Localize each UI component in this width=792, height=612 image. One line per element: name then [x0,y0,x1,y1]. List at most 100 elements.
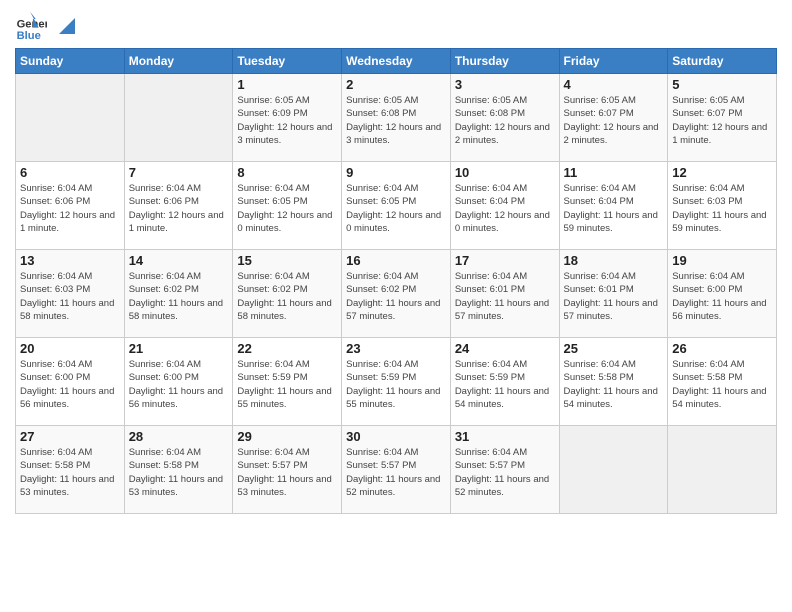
day-number: 15 [237,253,337,268]
weekday-header-monday: Monday [124,49,233,74]
day-number: 16 [346,253,446,268]
calendar-cell: 28 Sunrise: 6:04 AM Sunset: 5:58 PM Dayli… [124,426,233,514]
weekday-header-wednesday: Wednesday [342,49,451,74]
calendar-cell: 24 Sunrise: 6:04 AM Sunset: 5:59 PM Dayli… [450,338,559,426]
day-info: Sunrise: 6:04 AM Sunset: 5:59 PM Dayligh… [455,358,555,411]
day-info: Sunrise: 6:04 AM Sunset: 6:05 PM Dayligh… [237,182,337,235]
day-number: 4 [564,77,664,92]
day-number: 19 [672,253,772,268]
day-number: 29 [237,429,337,444]
day-info: Sunrise: 6:04 AM Sunset: 6:02 PM Dayligh… [237,270,337,323]
day-number: 8 [237,165,337,180]
weekday-header-sunday: Sunday [16,49,125,74]
calendar-cell: 15 Sunrise: 6:04 AM Sunset: 6:02 PM Dayli… [233,250,342,338]
day-info: Sunrise: 6:04 AM Sunset: 6:06 PM Dayligh… [20,182,120,235]
calendar-cell: 22 Sunrise: 6:04 AM Sunset: 5:59 PM Dayli… [233,338,342,426]
day-info: Sunrise: 6:04 AM Sunset: 6:06 PM Dayligh… [129,182,229,235]
day-number: 6 [20,165,120,180]
day-number: 9 [346,165,446,180]
calendar-cell: 13Sunrise: 6:04 AM Sunset: 6:03 PM Dayli… [16,250,125,338]
calendar-cell: 21 Sunrise: 6:04 AM Sunset: 6:00 PM Dayli… [124,338,233,426]
day-number: 7 [129,165,229,180]
calendar-cell: 3 Sunrise: 6:05 AM Sunset: 6:08 PM Daylig… [450,74,559,162]
calendar-week-3: 13Sunrise: 6:04 AM Sunset: 6:03 PM Dayli… [16,250,777,338]
day-number: 20 [20,341,120,356]
day-info: Sunrise: 6:04 AM Sunset: 5:57 PM Dayligh… [455,446,555,499]
calendar-cell: 5Sunrise: 6:05 AM Sunset: 6:07 PM Daylig… [668,74,777,162]
day-info: Sunrise: 6:05 AM Sunset: 6:09 PM Dayligh… [237,94,337,147]
weekday-header-friday: Friday [559,49,668,74]
day-number: 23 [346,341,446,356]
calendar-week-4: 20 Sunrise: 6:04 AM Sunset: 6:00 PM Dayli… [16,338,777,426]
day-info: Sunrise: 6:04 AM Sunset: 6:02 PM Dayligh… [129,270,229,323]
calendar-cell: 7 Sunrise: 6:04 AM Sunset: 6:06 PM Daylig… [124,162,233,250]
day-info: Sunrise: 6:04 AM Sunset: 5:57 PM Dayligh… [237,446,337,499]
day-number: 27 [20,429,120,444]
calendar-cell: 18Sunrise: 6:04 AM Sunset: 6:01 PM Dayli… [559,250,668,338]
day-info: Sunrise: 6:04 AM Sunset: 5:59 PM Dayligh… [346,358,446,411]
day-info: Sunrise: 6:04 AM Sunset: 6:00 PM Dayligh… [129,358,229,411]
day-number: 10 [455,165,555,180]
day-number: 2 [346,77,446,92]
logo-triangle-icon [55,14,79,38]
day-info: Sunrise: 6:05 AM Sunset: 6:08 PM Dayligh… [346,94,446,147]
calendar-cell: 14 Sunrise: 6:04 AM Sunset: 6:02 PM Dayli… [124,250,233,338]
svg-text:Blue: Blue [17,30,41,42]
day-info: Sunrise: 6:05 AM Sunset: 6:08 PM Dayligh… [455,94,555,147]
day-number: 17 [455,253,555,268]
day-number: 12 [672,165,772,180]
calendar-cell [559,426,668,514]
day-info: Sunrise: 6:04 AM Sunset: 6:01 PM Dayligh… [564,270,664,323]
day-number: 3 [455,77,555,92]
day-info: Sunrise: 6:04 AM Sunset: 6:04 PM Dayligh… [455,182,555,235]
logo-icon: General Blue [15,10,47,42]
calendar-cell: 4 Sunrise: 6:05 AM Sunset: 6:07 PM Daylig… [559,74,668,162]
calendar-cell: 16 Sunrise: 6:04 AM Sunset: 6:02 PM Dayli… [342,250,451,338]
day-number: 28 [129,429,229,444]
calendar-cell: 27 Sunrise: 6:04 AM Sunset: 5:58 PM Dayli… [16,426,125,514]
day-number: 5 [672,77,772,92]
day-number: 13 [20,253,120,268]
day-info: Sunrise: 6:04 AM Sunset: 5:58 PM Dayligh… [129,446,229,499]
calendar-cell [668,426,777,514]
calendar-cell: 6 Sunrise: 6:04 AM Sunset: 6:06 PM Daylig… [16,162,125,250]
calendar-cell: 31 Sunrise: 6:04 AM Sunset: 5:57 PM Dayli… [450,426,559,514]
calendar-cell: 9Sunrise: 6:04 AM Sunset: 6:05 PM Daylig… [342,162,451,250]
day-number: 24 [455,341,555,356]
day-info: Sunrise: 6:04 AM Sunset: 5:58 PM Dayligh… [672,358,772,411]
weekday-header-row: SundayMondayTuesdayWednesdayThursdayFrid… [16,49,777,74]
svg-text:General: General [17,19,47,31]
day-info: Sunrise: 6:04 AM Sunset: 6:04 PM Dayligh… [564,182,664,235]
day-info: Sunrise: 6:04 AM Sunset: 6:00 PM Dayligh… [672,270,772,323]
weekday-header-thursday: Thursday [450,49,559,74]
day-info: Sunrise: 6:05 AM Sunset: 6:07 PM Dayligh… [564,94,664,147]
day-number: 31 [455,429,555,444]
calendar-cell: 26Sunrise: 6:04 AM Sunset: 5:58 PM Dayli… [668,338,777,426]
calendar-cell: 20Sunrise: 6:04 AM Sunset: 6:00 PM Dayli… [16,338,125,426]
day-info: Sunrise: 6:04 AM Sunset: 5:59 PM Dayligh… [237,358,337,411]
calendar-cell: 23 Sunrise: 6:04 AM Sunset: 5:59 PM Dayli… [342,338,451,426]
header: General Blue [15,10,777,42]
calendar-cell: 17Sunrise: 6:04 AM Sunset: 6:01 PM Dayli… [450,250,559,338]
day-number: 22 [237,341,337,356]
day-number: 21 [129,341,229,356]
page-container: General Blue SundayMondayTuesdayWednesda… [0,0,792,524]
day-info: Sunrise: 6:04 AM Sunset: 6:03 PM Dayligh… [672,182,772,235]
calendar-week-5: 27 Sunrise: 6:04 AM Sunset: 5:58 PM Dayli… [16,426,777,514]
calendar-cell: 2 Sunrise: 6:05 AM Sunset: 6:08 PM Daylig… [342,74,451,162]
calendar-cell: 1Sunrise: 6:05 AM Sunset: 6:09 PM Daylig… [233,74,342,162]
calendar-cell: 25 Sunrise: 6:04 AM Sunset: 5:58 PM Dayli… [559,338,668,426]
day-number: 30 [346,429,446,444]
weekday-header-saturday: Saturday [668,49,777,74]
calendar-cell: 8 Sunrise: 6:04 AM Sunset: 6:05 PM Daylig… [233,162,342,250]
day-info: Sunrise: 6:04 AM Sunset: 5:57 PM Dayligh… [346,446,446,499]
day-number: 14 [129,253,229,268]
day-info: Sunrise: 6:04 AM Sunset: 5:58 PM Dayligh… [20,446,120,499]
calendar-week-1: 1Sunrise: 6:05 AM Sunset: 6:09 PM Daylig… [16,74,777,162]
day-info: Sunrise: 6:04 AM Sunset: 5:58 PM Dayligh… [564,358,664,411]
calendar-cell: 19 Sunrise: 6:04 AM Sunset: 6:00 PM Dayli… [668,250,777,338]
weekday-header-tuesday: Tuesday [233,49,342,74]
calendar-cell [124,74,233,162]
day-info: Sunrise: 6:04 AM Sunset: 6:02 PM Dayligh… [346,270,446,323]
day-number: 25 [564,341,664,356]
